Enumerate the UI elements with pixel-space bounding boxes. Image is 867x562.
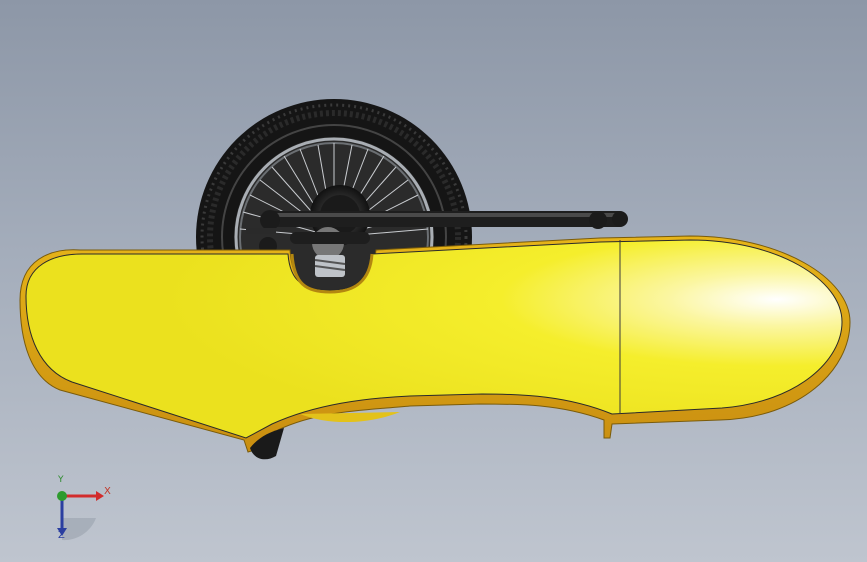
3d-viewport[interactable]: X Y Z — [0, 0, 867, 562]
sidecar-model[interactable] — [0, 0, 867, 562]
coordinate-triad — [57, 491, 104, 541]
y-axis-dot — [57, 491, 67, 501]
y-axis-label: Y — [58, 475, 64, 485]
x-axis-label: X — [104, 486, 111, 497]
sidecar-body — [19, 235, 851, 460]
z-axis-label: Z — [58, 530, 65, 541]
